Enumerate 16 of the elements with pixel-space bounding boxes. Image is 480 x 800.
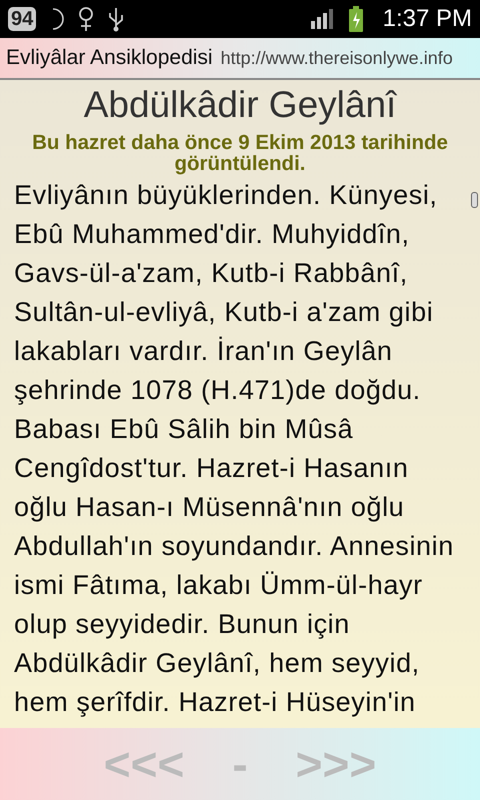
notification-badge: 94: [8, 7, 36, 31]
viewed-notice: Bu hazret daha önce 9 Ekim 2013 tarihinde görüntülendi.: [31, 132, 449, 174]
article-heading: Abdülkâdir Geylânî: [82, 84, 398, 126]
app-title: Evliyâlar Ansiklopedisi: [6, 46, 213, 70]
website-url: http://www.thereisonlywe.info: [220, 48, 453, 68]
article-body: Evliyânın büyüklerinden. Künyesi, Ebû Muhammed'dir. Muhyiddîn, Gavs-ül-a'zam, Kutb-i Rabbânî, Sultân-ul-evliyâ, Kutb-i a'zam gibi lakabları vardır. İran'ın Geylân şehrinde 1078 (H.471)de doğdu. Babası Ebû Sâlih bin Mûsâ Cengîdost'tur. Hazret-i Hasanın oğlu Hasan-ı Müsennâ'nın oğlu Abdullah'ın soyundandır. Annesinin ismi Fâtıma, lakabı Ümm-ül-hayr olup seyyidedir. Bunun için Abdülkâdir Geylânî, hem seyyid, hem şerîfdir. Hazret-i Hüseyin'in: [14, 179, 455, 719]
moon-icon: [50, 8, 64, 30]
scrollbar-thumb[interactable]: [471, 192, 478, 208]
previous-button[interactable]: <<<: [104, 739, 184, 789]
battery-charging-icon: [348, 6, 363, 32]
female-sign-icon: [78, 6, 94, 32]
next-button[interactable]: >>>: [296, 739, 376, 789]
signal-icon: [310, 8, 335, 30]
clock-time: 1:37 PM: [382, 5, 472, 33]
usb-icon: [108, 6, 124, 32]
middle-button[interactable]: -: [232, 739, 248, 789]
